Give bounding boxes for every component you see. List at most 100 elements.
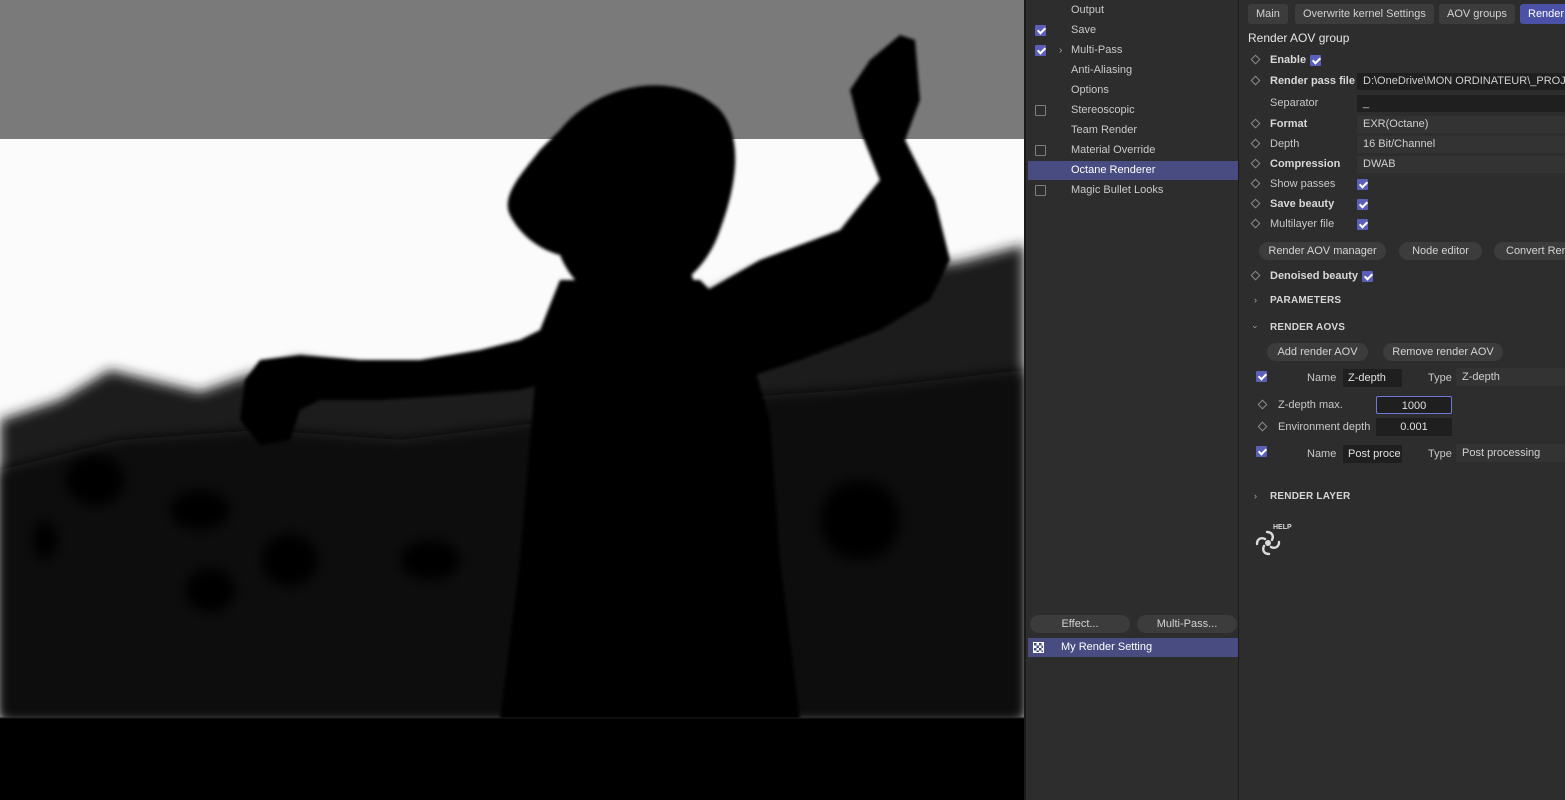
list-item-team-render[interactable]: Team Render <box>1028 121 1238 140</box>
aov2-name-field[interactable]: Post proce <box>1343 445 1402 463</box>
render-setting-item[interactable]: My Render Setting <box>1028 638 1238 657</box>
chevron-down-icon: › <box>1250 325 1261 329</box>
render-setting-label: My Render Setting <box>1061 641 1153 653</box>
chevron-right-icon[interactable]: › <box>1059 41 1062 60</box>
octane-help-icon[interactable]: HELP <box>1252 524 1292 560</box>
aov1-type-label: Type <box>1428 372 1452 384</box>
remove-render-aov-button[interactable]: Remove render AOV <box>1383 343 1503 361</box>
list-item-label: Multi-Pass <box>1071 44 1123 56</box>
list-item-options[interactable]: Options <box>1028 81 1238 100</box>
group-title: Render AOV group <box>1248 31 1350 45</box>
format-label: Format <box>1270 118 1308 130</box>
render-pass-file-row: Render pass file D:\OneDrive\MON ORDINAT… <box>1239 73 1565 91</box>
list-item-anti-aliasing[interactable]: Anti-Aliasing <box>1028 61 1238 80</box>
list-item-label: Options <box>1071 84 1109 96</box>
material-override-checkbox[interactable] <box>1035 145 1046 156</box>
list-item-label: Magic Bullet Looks <box>1071 184 1164 196</box>
keyframe-diamond-icon[interactable] <box>1250 158 1261 169</box>
list-item-octane-renderer[interactable]: Octane Renderer <box>1028 161 1238 180</box>
keyframe-diamond-icon[interactable] <box>1257 399 1268 410</box>
show-passes-checkbox[interactable] <box>1357 179 1368 190</box>
keyframe-diamond-icon[interactable] <box>1250 138 1261 149</box>
keyframe-diamond-icon[interactable] <box>1250 118 1261 129</box>
keyframe-diamond-icon[interactable] <box>1250 75 1261 86</box>
convert-render-button[interactable]: Convert Ren <box>1494 242 1565 260</box>
format-row: Format EXR(Octane) <box>1239 116 1565 134</box>
keyframe-diamond-icon[interactable] <box>1250 54 1261 65</box>
list-item-label: Material Override <box>1071 144 1156 156</box>
list-item-output[interactable]: Output <box>1028 1 1238 20</box>
list-item-label: Octane Renderer <box>1071 164 1156 176</box>
chevron-right-icon: › <box>1254 491 1258 501</box>
keyframe-diamond-icon[interactable] <box>1250 270 1261 281</box>
enable-label: Enable <box>1270 54 1307 66</box>
keyframe-diamond-icon[interactable] <box>1250 178 1261 189</box>
render-aov-manager-button[interactable]: Render AOV manager <box>1259 242 1386 260</box>
keyframe-diamond-icon[interactable] <box>1250 198 1261 209</box>
tab-aov-groups[interactable]: AOV groups <box>1439 4 1515 24</box>
render-viewport[interactable] <box>0 0 1024 800</box>
multilayer-file-row: Multilayer file <box>1239 216 1565 234</box>
stereoscopic-checkbox[interactable] <box>1035 105 1046 116</box>
enable-checkbox[interactable] <box>1310 55 1321 66</box>
denoised-beauty-row: Denoised beauty <box>1239 268 1565 286</box>
list-item-material-override[interactable]: Material Override <box>1028 141 1238 160</box>
node-editor-button[interactable]: Node editor <box>1399 242 1482 260</box>
add-render-aov-button[interactable]: Add render AOV <box>1267 343 1368 361</box>
compression-dropdown[interactable]: DWAB <box>1357 156 1565 173</box>
keyframe-diamond-icon[interactable] <box>1257 421 1268 432</box>
aov1-name-field[interactable]: Z-depth <box>1343 369 1402 387</box>
compression-label: Compression <box>1270 158 1341 170</box>
render-pass-file-label: Render pass file <box>1270 75 1355 87</box>
tab-render[interactable]: Render <box>1520 4 1565 24</box>
aov2-type-label: Type <box>1428 448 1452 460</box>
save-beauty-row: Save beauty <box>1239 196 1565 214</box>
zdepth-max-label: Z-depth max. <box>1278 399 1343 411</box>
render-settings-list: Output Save › Multi-Pass Anti-Aliasing O… <box>1024 0 1238 800</box>
render-setting-icon <box>1033 642 1044 653</box>
aov1-enable-checkbox[interactable] <box>1256 371 1267 382</box>
show-passes-row: Show passes <box>1239 176 1565 194</box>
show-passes-label: Show passes <box>1270 178 1336 190</box>
list-item-stereoscopic[interactable]: Stereoscopic <box>1028 101 1238 120</box>
aov2-enable-checkbox[interactable] <box>1256 446 1267 457</box>
list-item-multi-pass[interactable]: › Multi-Pass <box>1028 41 1238 60</box>
list-item-label: Stereoscopic <box>1071 104 1135 116</box>
multi-pass-checkbox[interactable] <box>1035 45 1046 56</box>
zdepth-render-image <box>0 0 1024 800</box>
environment-depth-label: Environment depth <box>1278 421 1371 433</box>
list-item-label: Team Render <box>1071 124 1138 136</box>
zdepth-max-field[interactable]: 1000 <box>1376 396 1452 414</box>
depth-row: Depth 16 Bit/Channel <box>1239 136 1565 154</box>
keyframe-diamond-icon[interactable] <box>1250 218 1261 229</box>
attributes-panel: Main Overwrite kernel Settings AOV group… <box>1238 0 1565 800</box>
help-label: HELP <box>1273 524 1292 531</box>
denoised-beauty-checkbox[interactable] <box>1362 271 1373 282</box>
magic-bullet-looks-checkbox[interactable] <box>1035 185 1046 196</box>
multilayer-file-checkbox[interactable] <box>1357 219 1368 230</box>
aov1-name-label: Name <box>1307 372 1337 384</box>
depth-label: Depth <box>1270 138 1300 150</box>
environment-depth-field[interactable]: 0.001 <box>1376 418 1452 436</box>
tab-overwrite-kernel-settings[interactable]: Overwrite kernel Settings <box>1295 4 1434 24</box>
separator-label: Separator <box>1270 97 1319 109</box>
multi-pass-button[interactable]: Multi-Pass... <box>1137 615 1237 633</box>
format-dropdown[interactable]: EXR(Octane) <box>1357 116 1565 133</box>
multilayer-file-label: Multilayer file <box>1270 218 1335 230</box>
aov1-type-dropdown[interactable]: Z-depth <box>1456 368 1565 386</box>
render-pass-file-field[interactable]: D:\OneDrive\MON ORDINATEUR\_PROJET <box>1357 73 1565 90</box>
tab-main[interactable]: Main <box>1248 4 1288 24</box>
save-checkbox[interactable] <box>1035 25 1046 36</box>
aov2-name-label: Name <box>1307 448 1337 460</box>
chevron-right-icon: › <box>1254 295 1258 305</box>
aov2-type-dropdown[interactable]: Post processing <box>1456 444 1565 462</box>
separator-field[interactable]: _ <box>1357 95 1565 112</box>
separator-row: Separator _ <box>1239 95 1565 113</box>
list-item-label: Anti-Aliasing <box>1071 64 1133 76</box>
depth-dropdown[interactable]: 16 Bit/Channel <box>1357 136 1565 153</box>
list-item-save[interactable]: Save <box>1028 21 1238 40</box>
list-item-magic-bullet-looks[interactable]: Magic Bullet Looks <box>1028 181 1238 200</box>
effect-button[interactable]: Effect... <box>1030 615 1130 633</box>
save-beauty-checkbox[interactable] <box>1357 199 1368 210</box>
denoised-beauty-label: Denoised beauty <box>1270 270 1359 282</box>
